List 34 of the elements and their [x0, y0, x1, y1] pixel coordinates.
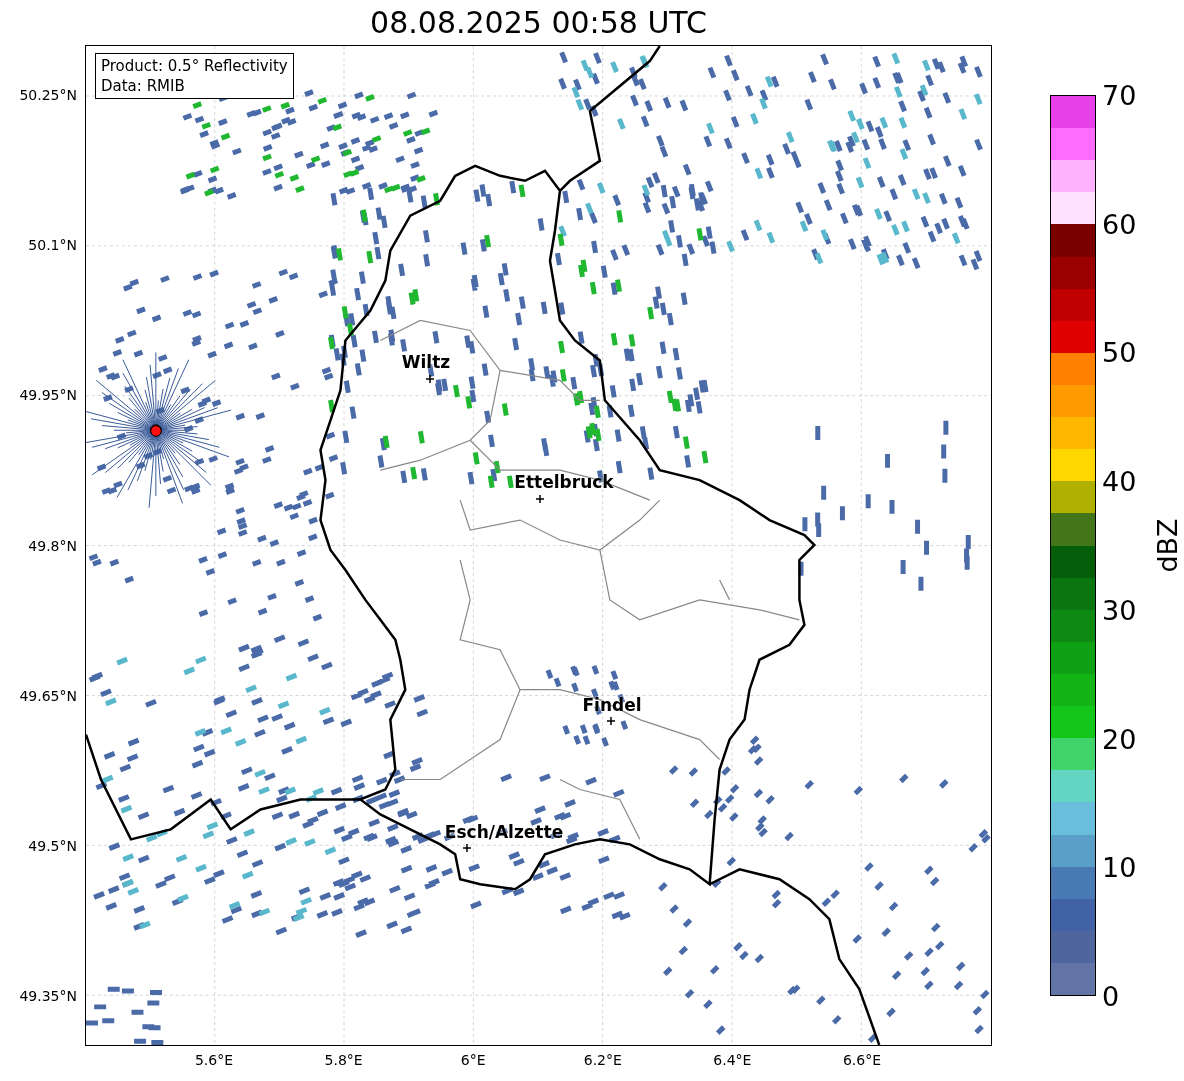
colorbar-tick-label: 40 [1102, 465, 1137, 497]
cross-marker-icon [607, 717, 615, 725]
radar-site-icon [150, 425, 162, 437]
axis-tick-label: 49.65°N [19, 687, 77, 704]
city-label: Findel [582, 697, 642, 714]
axis-tick-label: 5.6°E [194, 1052, 234, 1068]
axis-tick-label: 49.35°N [19, 988, 77, 1005]
axis-tick-label: 6.4°E [713, 1052, 752, 1068]
chart-title: 08.08.2025 00:58 UTC [369, 4, 708, 42]
axis-tick-label: 49.5°N [28, 838, 77, 854]
city-label: Wiltz [401, 354, 451, 371]
colorbar-tick-label: 60 [1102, 208, 1137, 240]
colorbar-tick-label: 30 [1102, 594, 1137, 626]
axis-tick-label: 6°E [460, 1052, 486, 1068]
city-label: Ettelbruck [514, 474, 614, 491]
colorbar-tick-label: 10 [1102, 851, 1137, 883]
axis-tick-label: 50.25°N [19, 87, 77, 103]
axis-tick-label: 6.2°E [583, 1052, 622, 1068]
cross-marker-icon [463, 844, 471, 852]
axis-tick-label: 6.6°E [842, 1052, 882, 1068]
colorbar-tick-label: 20 [1102, 723, 1137, 755]
info-text: Product: 0.5° Reflectivity [101, 56, 288, 76]
axis-tick-label: 49.8°N [28, 537, 77, 554]
colorbar-tick-label: 50 [1102, 336, 1137, 368]
city-label: Esch/Alzette [444, 824, 564, 841]
info-text: Data: RMIB [101, 76, 186, 96]
cross-marker-icon [426, 375, 434, 383]
axis-tick-label: 50.1°N [28, 237, 77, 254]
axis-tick-label: 5.8°E [324, 1052, 363, 1068]
axis-tick-label: 49.95°N [19, 387, 77, 404]
colorbar-tick-label: 0 [1102, 980, 1120, 1012]
colorbar-label: dBZ [1152, 518, 1183, 573]
colorbar-tick-label: 70 [1102, 79, 1137, 111]
cross-marker-icon [536, 495, 544, 503]
